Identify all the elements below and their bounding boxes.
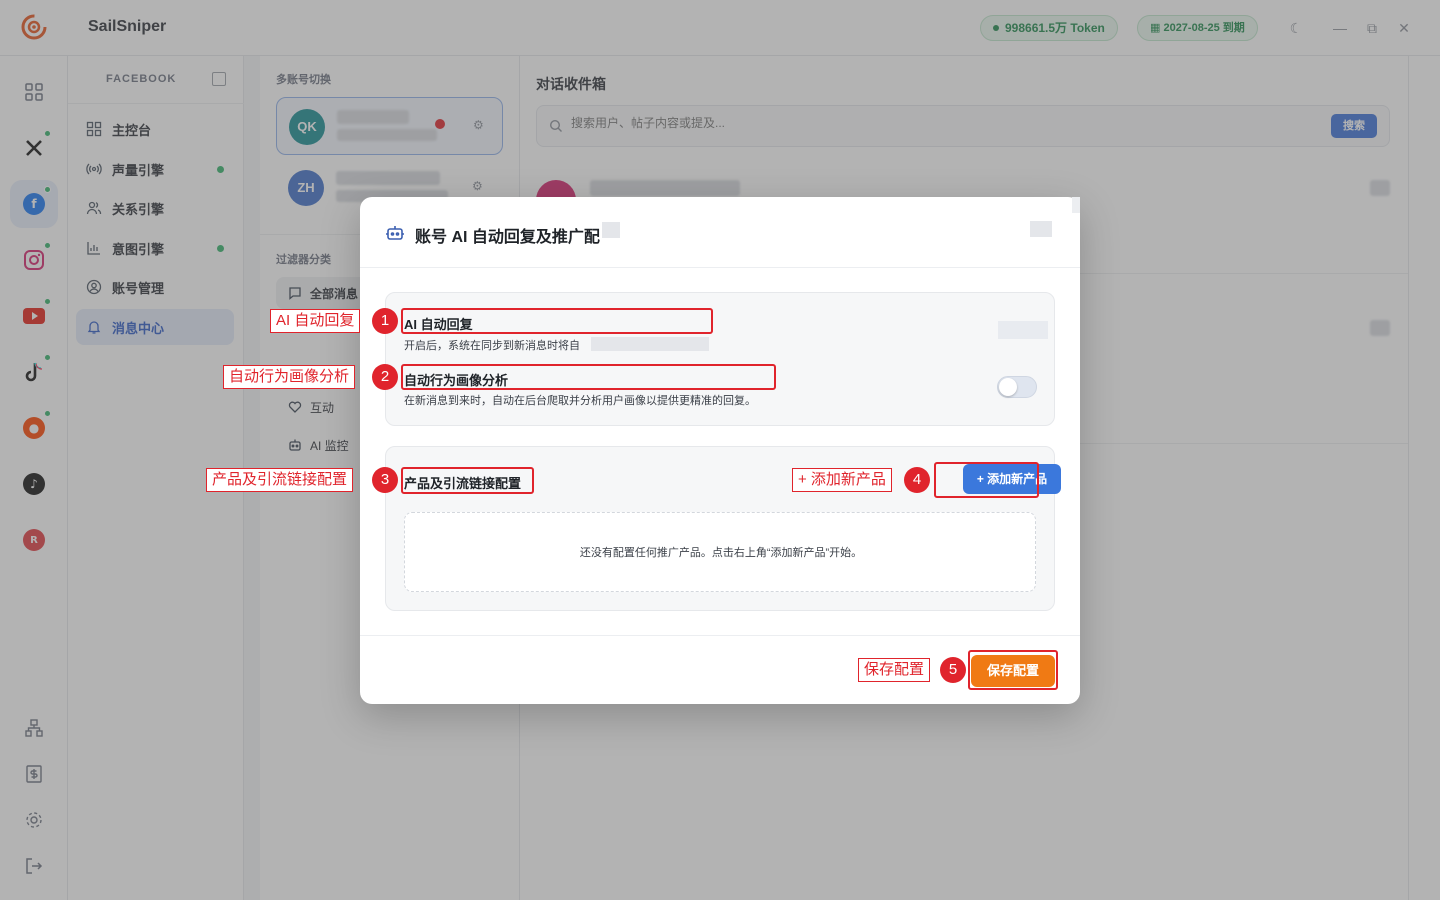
dialog-title: 账号 AI 自动回复及推广配 (415, 229, 600, 246)
highlight-box (401, 308, 713, 334)
highlight-box (401, 467, 534, 494)
toggle-knob (999, 378, 1017, 396)
redacted-title-end (602, 222, 620, 238)
annotation-number: 2 (372, 364, 398, 390)
annotation-label: 产品及引流链接配置 (206, 468, 354, 492)
ai-reply-description: 开启后，系统在同步到新消息时将自 (404, 340, 580, 352)
annotation-label: AI 自动回复 (270, 309, 361, 333)
highlight-box (401, 364, 776, 390)
persona-analysis-toggle[interactable] (997, 376, 1037, 398)
ai-config-dialog: 账号 AI 自动回复及推广配 AI 自动回复 开启后，系统在同步到新消息时将自 … (360, 197, 1080, 704)
close-button-redacted[interactable] (1030, 221, 1052, 237)
annotation-label: 自动行为画像分析 (223, 365, 356, 389)
persona-analysis-description: 在新消息到来时，自动在后台爬取并分析用户画像以提供更精准的回复。 (404, 395, 756, 407)
highlight-box (934, 462, 1039, 498)
redacted-description-end (591, 337, 709, 351)
annotation-number: 3 (372, 467, 398, 493)
products-empty-state: 还没有配置任何推广产品。点击右上角“添加新产品”开始。 (404, 512, 1036, 592)
ai-reply-toggle-redacted[interactable] (998, 321, 1048, 339)
annotation-number: 1 (372, 308, 398, 334)
annotation-label: + 添加新产品 (792, 468, 892, 492)
dialog-header: 账号 AI 自动回复及推广配 (360, 197, 1080, 268)
annotation-number: 4 (904, 467, 930, 493)
redacted-mark (1072, 197, 1080, 213)
annotation-label: 保存配置 (858, 658, 931, 682)
robot-icon (386, 226, 404, 240)
annotation-number: 5 (940, 657, 966, 683)
empty-state-text: 还没有配置任何推广产品。点击右上角“添加新产品”开始。 (579, 547, 863, 559)
highlight-box (968, 650, 1058, 690)
